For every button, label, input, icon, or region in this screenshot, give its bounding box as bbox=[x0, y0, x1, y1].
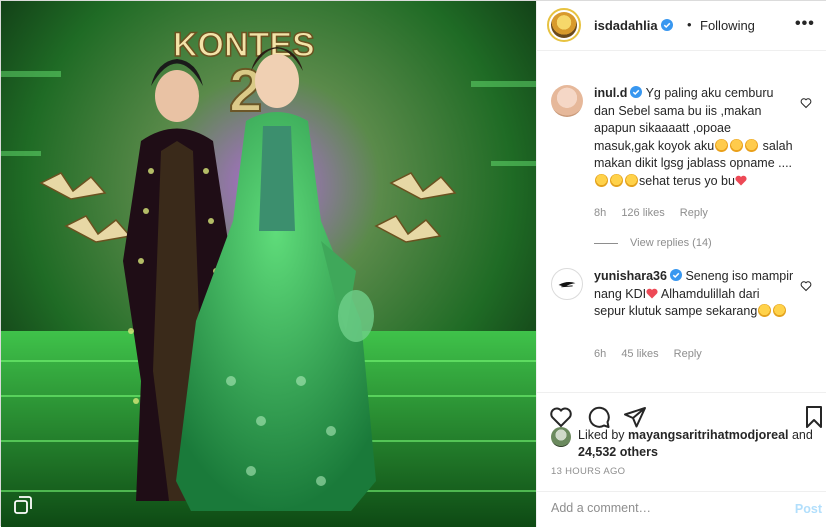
instagram-post: KONTES 2 isdadahlia • Following ••• inul… bbox=[0, 0, 826, 527]
comment-time: 6h bbox=[594, 348, 607, 360]
comment-text-part: sehat terus yo bu bbox=[639, 173, 735, 188]
comment-likes[interactable]: 126 likes bbox=[621, 207, 664, 219]
laughing-emoji-icon bbox=[595, 173, 608, 187]
red-heart-emoji-icon bbox=[735, 175, 747, 185]
carousel-icon bbox=[14, 496, 32, 514]
comment-avatar[interactable] bbox=[551, 85, 583, 117]
crying-emoji-icon bbox=[715, 138, 729, 152]
follow-status-button[interactable]: Following bbox=[700, 18, 755, 33]
comment-meta: 6h 45 likes Reply bbox=[594, 348, 714, 360]
author-avatar[interactable] bbox=[547, 8, 581, 42]
view-replies-label[interactable]: View replies (14) bbox=[630, 237, 712, 249]
author-username-text[interactable]: isdadahlia bbox=[594, 18, 658, 33]
replies-divider bbox=[594, 242, 618, 244]
comment-meta: 8h 126 likes Reply bbox=[594, 207, 720, 219]
liker-username[interactable]: mayangsaritrihatmodjoreal bbox=[628, 428, 788, 442]
comment-like-heart-icon[interactable] bbox=[800, 97, 812, 109]
crying-emoji-icon bbox=[730, 138, 744, 152]
likes-middle: and bbox=[788, 428, 813, 442]
crying-emoji-icon bbox=[745, 138, 759, 152]
wing-logo-icon bbox=[558, 282, 576, 288]
comment-username[interactable]: inul.d bbox=[594, 86, 627, 100]
verified-icon bbox=[669, 269, 682, 281]
red-heart-emoji-icon bbox=[646, 288, 658, 298]
share-icon[interactable] bbox=[623, 405, 647, 429]
post-photo[interactable]: KONTES 2 bbox=[1, 1, 536, 527]
laughing-emoji-icon bbox=[625, 173, 638, 187]
comment-icon[interactable] bbox=[587, 405, 611, 429]
comment-input[interactable] bbox=[551, 501, 771, 515]
stage-illustration: KONTES 2 bbox=[1, 1, 536, 527]
add-comment-bar: Post bbox=[537, 491, 826, 528]
view-replies-button[interactable]: View replies (14) bbox=[594, 237, 712, 249]
reply-button[interactable]: Reply bbox=[680, 207, 708, 219]
header-separator: • bbox=[687, 17, 692, 32]
comment-text: yunishara36 Seneng iso mampir nang KDI A… bbox=[594, 268, 794, 321]
author-username[interactable]: isdadahlia bbox=[594, 18, 673, 33]
more-options-icon[interactable]: ••• bbox=[795, 15, 815, 33]
laughing-emoji-icon bbox=[610, 173, 623, 187]
verified-icon bbox=[630, 86, 643, 98]
comment-like-heart-icon[interactable] bbox=[800, 280, 812, 292]
comment-avatar[interactable] bbox=[551, 268, 583, 300]
comment-likes[interactable]: 45 likes bbox=[621, 348, 658, 360]
likes-prefix: Liked by bbox=[578, 428, 629, 442]
likes-text: Liked by mayangsaritrihatmodjoreal and 2… bbox=[578, 427, 818, 461]
kiss-emoji-icon bbox=[773, 304, 787, 317]
post-side-panel: isdadahlia • Following ••• inul.d Yg pal… bbox=[536, 1, 826, 527]
comments-list: inul.d Yg paling aku cemburu dan Sebel s… bbox=[537, 52, 826, 392]
post-actions: Liked by mayangsaritrihatmodjoreal and 2… bbox=[537, 392, 826, 527]
smile-emoji-icon bbox=[758, 304, 772, 317]
post-timestamp[interactable]: 13 HOURS AGO bbox=[551, 466, 625, 477]
bookmark-icon[interactable] bbox=[802, 405, 826, 429]
heart-icon[interactable] bbox=[549, 405, 573, 429]
verified-icon bbox=[660, 19, 673, 31]
reply-button[interactable]: Reply bbox=[674, 348, 702, 360]
post-header: isdadahlia • Following ••• bbox=[537, 1, 826, 51]
likes-count-button[interactable]: 24,532 others bbox=[578, 445, 658, 459]
comment-time: 8h bbox=[594, 207, 607, 219]
liker-avatar[interactable] bbox=[551, 427, 571, 447]
comment-text: inul.d Yg paling aku cemburu dan Sebel s… bbox=[594, 85, 794, 190]
post-comment-button[interactable]: Post bbox=[795, 502, 822, 516]
comment-username[interactable]: yunishara36 bbox=[594, 269, 667, 283]
